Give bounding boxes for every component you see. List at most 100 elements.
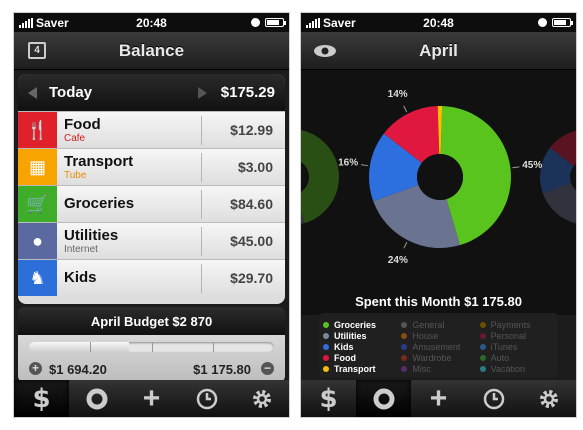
- carrier-label: Saver: [36, 15, 69, 30]
- tab-balance[interactable]: $: [301, 380, 356, 417]
- legend-dot: [323, 354, 329, 361]
- legend-item[interactable]: Auto: [479, 352, 558, 363]
- tab-bar: $ +: [301, 380, 576, 417]
- battery-icon: [265, 18, 286, 27]
- taxi-icon: ▦: [18, 149, 57, 185]
- legend-item[interactable]: Utilities: [323, 330, 401, 341]
- clock-icon: [483, 388, 504, 409]
- legend-item[interactable]: Amusement: [401, 341, 479, 352]
- rotation-lock-icon: [251, 18, 260, 27]
- legend-dot: [323, 365, 329, 372]
- donut-chart-icon: [86, 388, 107, 409]
- category-name: Transport: [64, 152, 134, 170]
- legend-label: Wardrobe: [412, 352, 452, 363]
- legend-label: Groceries: [334, 319, 377, 330]
- label-leader: [403, 241, 408, 249]
- legend-label: Amusement: [412, 341, 461, 352]
- budget-left-amount: $1 694.20: [49, 362, 107, 377]
- legend-dot: [401, 365, 408, 372]
- tab-history[interactable]: [179, 380, 234, 417]
- legend-label: Auto: [490, 352, 510, 363]
- legend-item[interactable]: Vacation: [479, 363, 558, 374]
- tab-add[interactable]: +: [124, 380, 179, 417]
- previous-day-icon[interactable]: [28, 86, 37, 99]
- disclosure-divider: [184, 264, 202, 293]
- legend-dot: [479, 332, 486, 339]
- legend-dot: [323, 343, 329, 350]
- legend-label: General: [412, 319, 445, 330]
- page-title: April: [419, 40, 458, 60]
- legend-label: Utilities: [334, 330, 367, 341]
- label-leader: [512, 166, 520, 169]
- tab-bar: $ +: [14, 380, 289, 417]
- day-total: $175.29: [220, 84, 275, 101]
- legend-item[interactable]: Misc: [401, 363, 479, 374]
- legend-item[interactable]: Kids: [323, 341, 401, 352]
- eye-icon[interactable]: [313, 44, 337, 58]
- disclosure-divider: [184, 190, 202, 219]
- rocking-horse-icon: ♞: [18, 260, 57, 296]
- plus-circle-icon: +: [29, 362, 42, 375]
- legend-dot: [479, 365, 486, 372]
- tab-balance[interactable]: $: [14, 380, 69, 417]
- fork-knife-icon: 🍴: [18, 112, 57, 148]
- nav-bar: April: [301, 32, 576, 70]
- tab-settings[interactable]: [234, 380, 289, 417]
- legend-dot: [323, 332, 329, 339]
- next-day-icon[interactable]: [197, 86, 207, 99]
- expense-row[interactable]: ● Utilities Internet $45.00: [18, 222, 285, 259]
- lightbulb-icon: ●: [18, 223, 57, 259]
- legend-label: iTunes: [490, 341, 518, 352]
- monthly-report-screen: Saver 20:48 April 45% 24% 16% 14% Spent thi…: [300, 12, 577, 418]
- expense-row[interactable]: ▦ Transport Tube $3.00: [18, 148, 285, 185]
- legend-item[interactable]: iTunes: [479, 341, 558, 352]
- budget-right-amount: $1 175.80: [193, 362, 251, 377]
- disclosure-divider: [184, 116, 202, 145]
- tab-stats[interactable]: [69, 380, 124, 417]
- plus-icon: +: [142, 381, 161, 415]
- expense-row[interactable]: ♞ Kids $29.70: [18, 259, 285, 296]
- legend-item[interactable]: General: [401, 319, 479, 330]
- pie-chart[interactable]: 45% 24% 16% 14%: [301, 70, 577, 289]
- gear-icon: [539, 389, 558, 408]
- expense-row[interactable]: 🍴 Food Cafe $12.99: [18, 111, 285, 148]
- legend-item[interactable]: Personal: [479, 330, 558, 341]
- day-label: Today: [49, 84, 93, 101]
- budget-progress-bar: [29, 342, 274, 352]
- tab-history[interactable]: [466, 380, 521, 417]
- dollar-icon: $: [32, 383, 51, 414]
- label-leader: [360, 164, 368, 167]
- legend-label: Vacation: [490, 363, 526, 374]
- pie-percent-label: 24%: [388, 255, 408, 266]
- rotation-lock-icon: [538, 18, 547, 27]
- category-legend: Groceries Utilities Kids Food Transport Gene…: [319, 313, 558, 377]
- dollar-icon: $: [319, 383, 338, 414]
- disclosure-divider: [184, 153, 202, 182]
- legend-item[interactable]: Wardrobe: [401, 352, 479, 363]
- legend-label: Food: [334, 352, 356, 363]
- tab-settings[interactable]: [521, 380, 576, 417]
- category-name: Groceries: [64, 195, 135, 212]
- budget-panel: + $1 694.20 $1 175.80 −: [18, 335, 285, 382]
- legend-item[interactable]: Food: [323, 352, 401, 363]
- legend-label: Personal: [490, 330, 527, 341]
- budget-header: April Budget $2 870: [18, 307, 285, 335]
- nav-bar: 4 Balance: [14, 32, 289, 70]
- subcategory-name: Tube: [64, 169, 87, 181]
- label-leader: [403, 105, 408, 113]
- legend-item[interactable]: House: [401, 330, 479, 341]
- legend-item[interactable]: Groceries: [323, 319, 401, 330]
- balance-screen: Saver 20:48 4 Balance Today $175.29 🍴 Foo…: [13, 12, 290, 418]
- battery-icon: [552, 18, 573, 27]
- pie-percent-label: 45%: [522, 160, 542, 171]
- expense-row[interactable]: 🛒 Groceries $84.60: [18, 185, 285, 222]
- carrier-label: Saver: [323, 15, 356, 30]
- legend-item[interactable]: Payments: [479, 319, 558, 330]
- expense-amount: $84.60: [230, 196, 273, 212]
- tab-stats[interactable]: [356, 380, 411, 417]
- signal-icon: [19, 17, 33, 28]
- calendar-icon[interactable]: 4: [28, 42, 46, 59]
- tab-add[interactable]: +: [411, 380, 466, 417]
- cart-icon: 🛒: [18, 186, 57, 222]
- legend-item[interactable]: Transport: [323, 363, 401, 374]
